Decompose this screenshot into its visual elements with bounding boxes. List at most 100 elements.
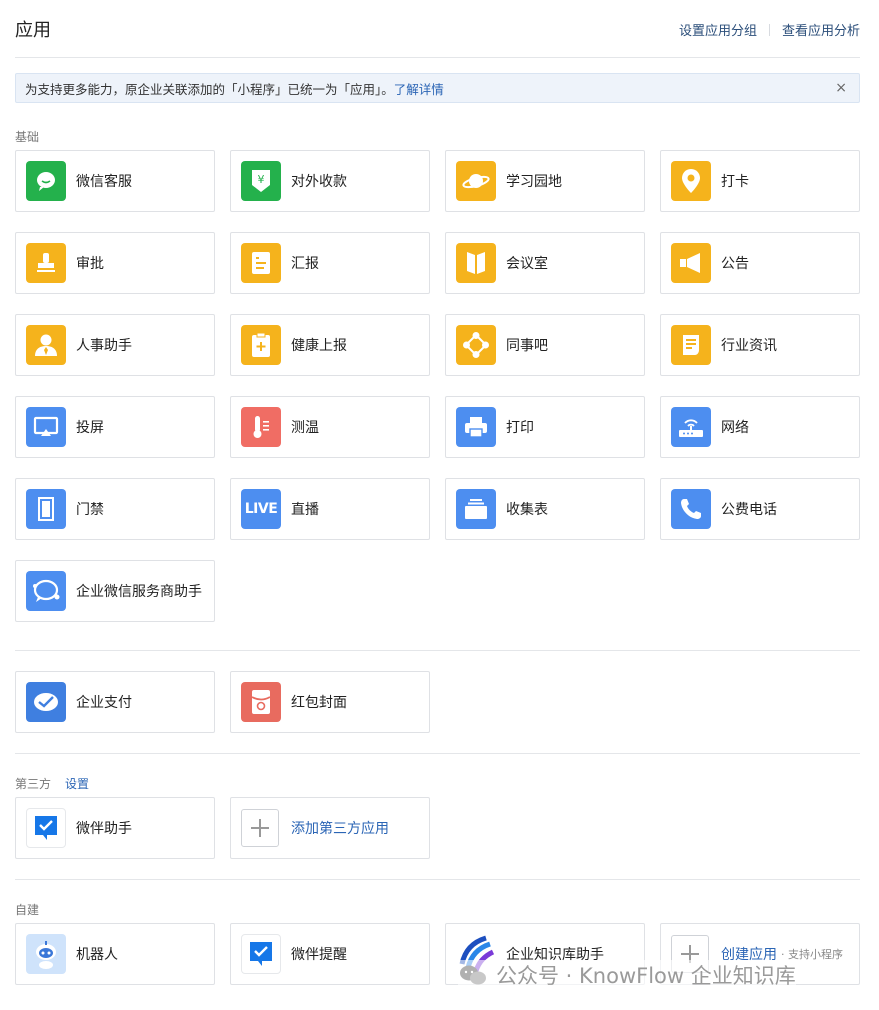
notice-learn-more-link[interactable]: 了解详情 xyxy=(394,79,444,98)
link-separator xyxy=(768,23,770,36)
app-card-approval[interactable]: 审批 xyxy=(15,232,215,294)
wechat-official-account-icon xyxy=(460,965,486,985)
app-card-report[interactable]: 汇报 xyxy=(230,232,430,294)
planet-icon xyxy=(456,161,496,201)
app-card-screencast[interactable]: 投屏 xyxy=(15,396,215,458)
close-icon[interactable]: × xyxy=(835,80,847,96)
app-card-weiban-reminder[interactable]: 微伴提醒 xyxy=(230,923,430,985)
stamp-icon xyxy=(26,243,66,283)
router-icon xyxy=(671,407,711,447)
app-card-colleague-circle[interactable]: 同事吧 xyxy=(445,314,645,376)
app-label: 微伴助手 xyxy=(76,821,132,837)
app-label: 微信客服 xyxy=(76,174,132,190)
app-label: 红包封面 xyxy=(291,695,347,711)
page-title: 应用 xyxy=(15,20,51,41)
app-label: 汇报 xyxy=(291,256,319,272)
section-divider xyxy=(15,879,860,880)
app-label: 对外收款 xyxy=(291,174,347,190)
app-card-print[interactable]: 打印 xyxy=(445,396,645,458)
app-label: 直播 xyxy=(291,502,319,518)
add-third-party-app-button[interactable]: 添加第三方应用 xyxy=(230,797,430,859)
app-card-health-report[interactable]: 健康上报 xyxy=(230,314,430,376)
app-label: 打卡 xyxy=(721,174,749,190)
phone-icon xyxy=(671,489,711,529)
app-label: 测温 xyxy=(291,420,319,436)
header-links: 设置应用分组 查看应用分析 xyxy=(679,20,860,39)
third-party-settings-link[interactable]: 设置 xyxy=(65,777,89,791)
red-envelope-icon xyxy=(241,682,281,722)
live-icon-text: LIVE xyxy=(244,501,278,517)
app-label: 同事吧 xyxy=(506,338,548,354)
app-card-weiban-assistant[interactable]: 微伴助手 xyxy=(15,797,215,859)
app-card-meeting-room[interactable]: 会议室 xyxy=(445,232,645,294)
app-card-external-payment[interactable]: ¥ 对外收款 xyxy=(230,150,430,212)
app-card-network[interactable]: 网络 xyxy=(660,396,860,458)
plus-icon xyxy=(241,809,279,847)
app-card-enterprise-payment[interactable]: 企业支付 xyxy=(15,671,215,733)
app-label: 企业微信服务商助手 xyxy=(76,584,202,600)
app-card-wechat-service[interactable]: 微信客服 xyxy=(15,150,215,212)
section-label-basic: 基础 xyxy=(15,130,40,144)
section-label-self-built: 自建 xyxy=(15,903,40,917)
app-label: 打印 xyxy=(506,420,534,436)
notice-text: 为支持更多能力，原企业关联添加的「小程序」已统一为「应用」。 xyxy=(25,81,394,97)
access-door-icon xyxy=(26,489,66,529)
app-card-live[interactable]: LIVE 直播 xyxy=(230,478,430,540)
page-header: 应用 设置应用分组 查看应用分析 xyxy=(15,0,860,58)
door-icon xyxy=(456,243,496,283)
chat-bubble-icon xyxy=(26,161,66,201)
health-clipboard-icon xyxy=(241,325,281,365)
add-third-party-label: 添加第三方应用 xyxy=(291,821,389,837)
app-label: 审批 xyxy=(76,256,104,272)
yuan-shield-icon: ¥ xyxy=(241,161,281,201)
live-icon: LIVE xyxy=(241,489,281,529)
printer-icon xyxy=(456,407,496,447)
network-nodes-icon xyxy=(456,325,496,365)
app-card-announcement[interactable]: 公告 xyxy=(660,232,860,294)
app-card-access-control[interactable]: 门禁 xyxy=(15,478,215,540)
app-label: 人事助手 xyxy=(76,338,132,354)
app-card-hr-assistant[interactable]: 人事助手 xyxy=(15,314,215,376)
app-card-service-provider-assistant[interactable]: 企业微信服务商助手 xyxy=(15,560,215,622)
app-label: 投屏 xyxy=(76,420,104,436)
app-label: 公费电话 xyxy=(721,502,777,518)
app-label: 机器人 xyxy=(76,947,118,963)
svg-text:¥: ¥ xyxy=(258,173,265,186)
app-label: 会议室 xyxy=(506,256,548,272)
app-label: 行业资讯 xyxy=(721,338,777,354)
megaphone-icon xyxy=(671,243,711,283)
payment-check-icon xyxy=(26,682,66,722)
section-divider xyxy=(15,650,860,651)
app-label: 企业支付 xyxy=(76,695,132,711)
section-divider xyxy=(15,753,860,754)
person-icon xyxy=(26,325,66,365)
notice-banner: 为支持更多能力，原企业关联添加的「小程序」已统一为「应用」。 了解详情 × xyxy=(15,73,860,103)
set-app-group-link[interactable]: 设置应用分组 xyxy=(679,20,757,39)
robot-icon xyxy=(26,934,66,974)
app-label: 学习园地 xyxy=(506,174,562,190)
news-scroll-icon xyxy=(671,325,711,365)
app-card-temperature[interactable]: 测温 xyxy=(230,396,430,458)
app-label: 门禁 xyxy=(76,502,104,518)
form-tray-icon xyxy=(456,489,496,529)
app-card-robot[interactable]: 机器人 xyxy=(15,923,215,985)
screencast-icon xyxy=(26,407,66,447)
app-label: 网络 xyxy=(721,420,749,436)
section-label-third-party: 第三方 设置 xyxy=(15,775,89,792)
app-card-red-envelope-cover[interactable]: 红包封面 xyxy=(230,671,430,733)
report-doc-icon xyxy=(241,243,281,283)
app-card-public-phone[interactable]: 公费电话 xyxy=(660,478,860,540)
location-pin-icon xyxy=(671,161,711,201)
service-chat-icon xyxy=(26,571,66,611)
wechat-watermark: 公众号 · KnowFlow 企业知识库 xyxy=(458,960,796,990)
app-label: 公告 xyxy=(721,256,749,272)
app-card-industry-news[interactable]: 行业资讯 xyxy=(660,314,860,376)
view-app-analysis-link[interactable]: 查看应用分析 xyxy=(782,20,860,39)
thermometer-icon xyxy=(241,407,281,447)
app-label: 微伴提醒 xyxy=(291,947,347,963)
app-card-learning[interactable]: 学习园地 xyxy=(445,150,645,212)
third-party-label: 第三方 xyxy=(15,777,52,791)
app-card-collection-form[interactable]: 收集表 xyxy=(445,478,645,540)
weiban-check-icon xyxy=(241,934,281,974)
app-card-checkin[interactable]: 打卡 xyxy=(660,150,860,212)
